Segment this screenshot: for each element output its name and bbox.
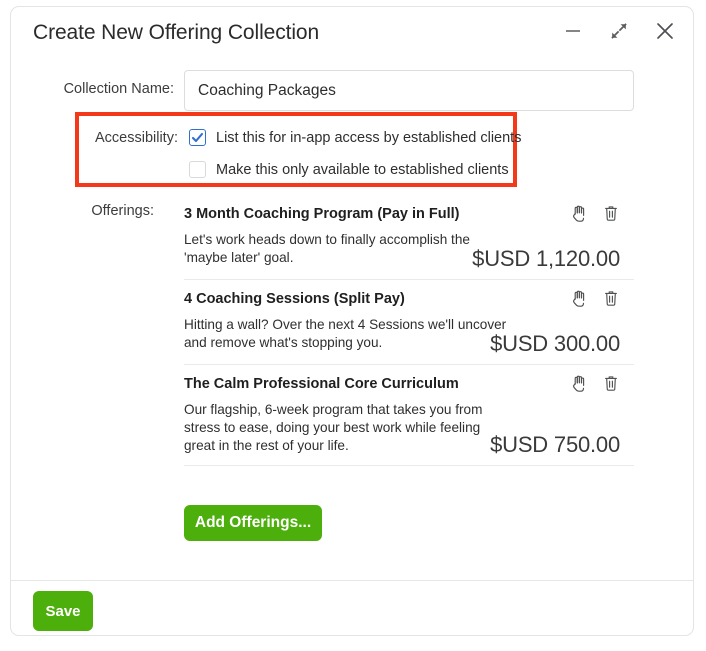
offering-actions <box>570 203 634 223</box>
offering-price: $USD 300.00 <box>490 331 620 356</box>
offering-actions <box>570 373 634 393</box>
dialog-title: Create New Offering Collection <box>33 21 320 44</box>
drag-hand-icon[interactable] <box>570 203 589 223</box>
offering-header: The Calm Professional Core Curriculum <box>184 373 634 394</box>
save-button[interactable]: Save <box>33 591 93 631</box>
offering-description: Let's work heads down to finally accompl… <box>184 232 470 265</box>
offerings-list: 3 Month Coaching Program (Pay in Full) L… <box>184 195 634 466</box>
offering-body: Hitting a wall? Over the next 4 Sessions… <box>184 316 634 356</box>
create-offering-collection-dialog: Create New Offering Collection Collectio… <box>10 6 694 636</box>
trash-icon[interactable] <box>601 288 620 308</box>
offering-row: 3 Month Coaching Program (Pay in Full) L… <box>184 195 634 280</box>
collection-name-label: Collection Name: <box>63 81 174 97</box>
restore-icon[interactable] <box>607 19 631 43</box>
close-icon[interactable] <box>653 19 677 43</box>
accessibility-highlight-box: Accessibility: List this for in-app acce… <box>75 112 521 187</box>
window-controls <box>561 19 677 43</box>
offering-actions <box>570 288 634 308</box>
offering-body: Let's work heads down to finally accompl… <box>184 231 634 271</box>
drag-hand-icon[interactable] <box>570 288 589 308</box>
accessibility-label: Accessibility: <box>95 130 178 146</box>
collection-name-row: Collection Name: <box>11 70 693 112</box>
footer-divider <box>11 580 693 581</box>
offering-title: 3 Month Coaching Program (Pay in Full) <box>184 206 460 222</box>
offering-title: 4 Coaching Sessions (Split Pay) <box>184 291 405 307</box>
offering-row: 4 Coaching Sessions (Split Pay) Hitting … <box>184 280 634 365</box>
accessibility-option-established-only[interactable]: Make this only available to established … <box>189 161 509 178</box>
trash-icon[interactable] <box>601 373 620 393</box>
offering-price: $USD 1,120.00 <box>472 246 620 271</box>
checkbox-checked-icon[interactable] <box>189 129 206 146</box>
offering-body: Our flagship, 6-week program that takes … <box>184 401 634 457</box>
minimize-icon[interactable] <box>561 19 585 43</box>
offerings-label: Offerings: <box>91 203 154 219</box>
offering-header: 4 Coaching Sessions (Split Pay) <box>184 288 634 309</box>
accessibility-option-label: List this for in-app access by establish… <box>216 129 522 146</box>
offering-description: Our flagship, 6-week program that takes … <box>184 402 483 453</box>
offering-price: $USD 750.00 <box>490 432 620 457</box>
offering-description: Hitting a wall? Over the next 4 Sessions… <box>184 317 507 350</box>
dialog-titlebar: Create New Offering Collection <box>11 7 693 59</box>
offering-row: The Calm Professional Core Curriculum Ou… <box>184 365 634 466</box>
accessibility-option-in-app-access[interactable]: List this for in-app access by establish… <box>189 129 521 146</box>
drag-hand-icon[interactable] <box>570 373 589 393</box>
offering-header: 3 Month Coaching Program (Pay in Full) <box>184 203 634 224</box>
checkbox-unchecked-icon[interactable] <box>189 161 206 178</box>
trash-icon[interactable] <box>601 203 620 223</box>
add-offerings-button[interactable]: Add Offerings... <box>184 505 322 541</box>
offering-title: The Calm Professional Core Curriculum <box>184 376 459 392</box>
accessibility-option-label: Make this only available to established … <box>216 161 509 178</box>
collection-name-input[interactable] <box>184 70 634 111</box>
